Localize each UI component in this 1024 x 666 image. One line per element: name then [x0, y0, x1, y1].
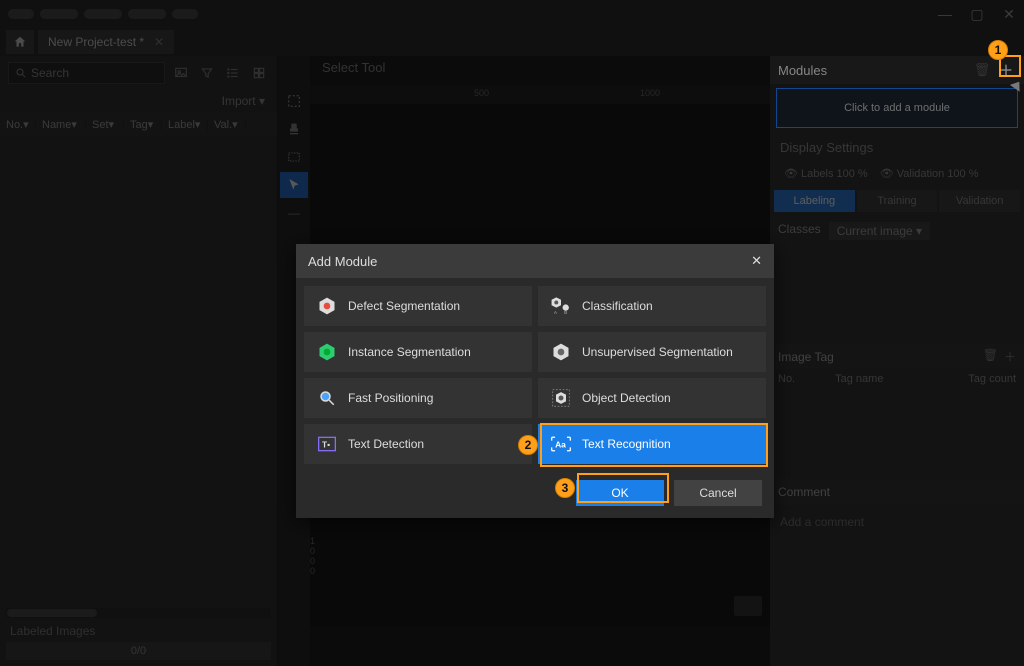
option-defect-segmentation[interactable]: Defect Segmentation — [304, 286, 532, 326]
add-module-dialog: Add Module ✕ Defect Segmentation AB Clas… — [296, 244, 774, 518]
text-detect-icon: T▪ — [316, 433, 338, 455]
svg-text:A: A — [554, 310, 558, 315]
svg-text:Aa: Aa — [555, 439, 566, 449]
option-instance-segmentation[interactable]: Instance Segmentation — [304, 332, 532, 372]
nut-gray-icon — [550, 341, 572, 363]
dialog-title: Add Module — [308, 254, 377, 269]
callout-3: 3 — [555, 478, 575, 498]
nut-icon — [316, 295, 338, 317]
option-text-recognition[interactable]: Aa Text Recognition — [538, 424, 766, 464]
dialog-close-icon[interactable]: ✕ — [751, 253, 762, 269]
option-fast-positioning[interactable]: Fast Positioning — [304, 378, 532, 418]
callout-1: 1 — [988, 40, 1008, 60]
option-object-detection[interactable]: Object Detection — [538, 378, 766, 418]
hexagon-green-icon — [316, 341, 338, 363]
option-classification[interactable]: AB Classification — [538, 286, 766, 326]
option-unsupervised-segmentation[interactable]: Unsupervised Segmentation — [538, 332, 766, 372]
cancel-button[interactable]: Cancel — [674, 480, 762, 506]
callout-2: 2 — [518, 435, 538, 455]
svg-text:B: B — [564, 310, 567, 315]
text-recognition-icon: Aa — [550, 433, 572, 455]
option-text-detection[interactable]: T▪ Text Detection — [304, 424, 532, 464]
svg-text:T▪: T▪ — [322, 439, 330, 449]
classification-icon: AB — [550, 295, 572, 317]
ok-button[interactable]: OK — [576, 480, 664, 506]
nut-boxed-icon — [550, 387, 572, 409]
magnifier-icon — [316, 387, 338, 409]
